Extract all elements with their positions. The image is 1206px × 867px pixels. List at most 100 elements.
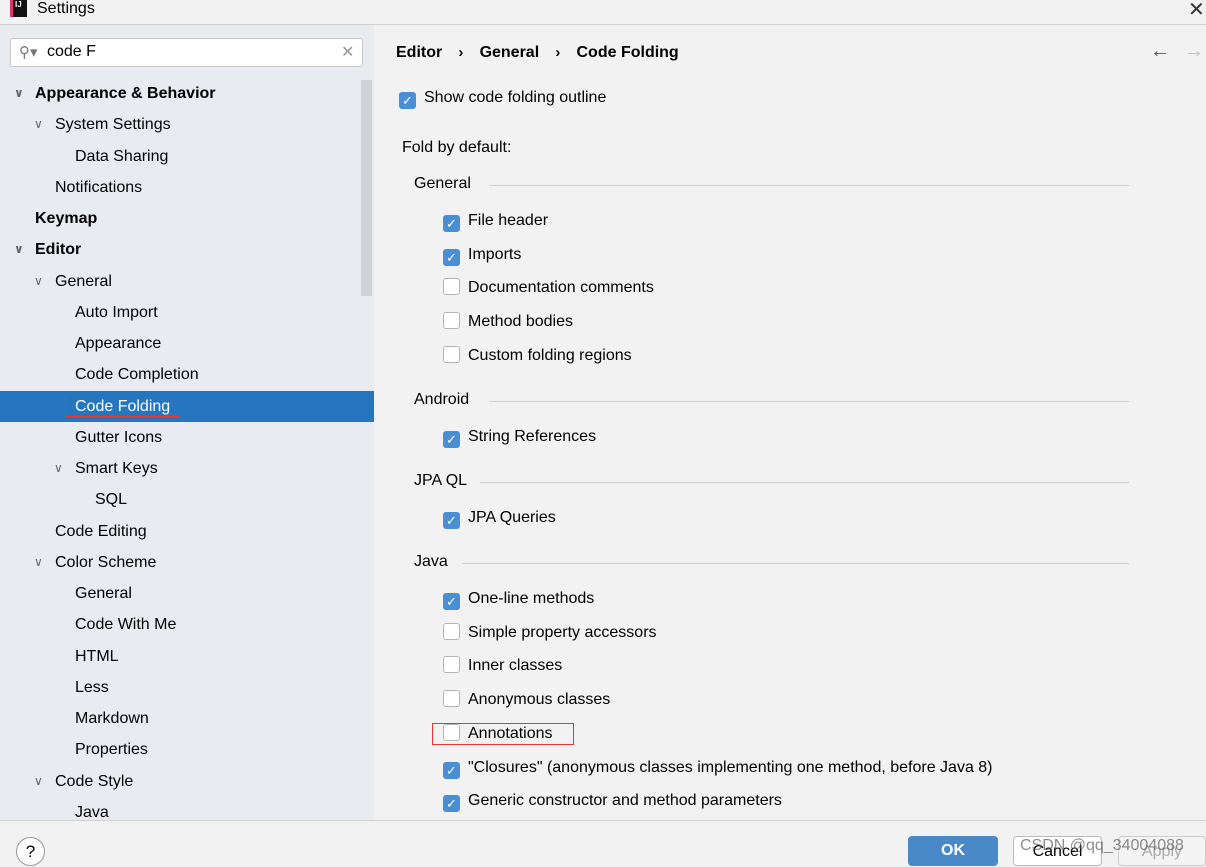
section-title: Java: [414, 553, 448, 570]
section-title: General: [414, 175, 471, 192]
search-box[interactable]: ⚲▾ ✕: [10, 38, 363, 67]
tree-item-label: General: [75, 585, 132, 602]
highlight-annotations: [432, 723, 574, 745]
fold-by-default-label: Fold by default:: [402, 139, 512, 156]
fold-option-checkbox[interactable]: Custom folding regions: [443, 345, 632, 370]
breadcrumb-item[interactable]: General: [480, 44, 540, 61]
fold-option-checkbox[interactable]: Inner classes: [443, 656, 562, 680]
checkbox-label: JPA Queries: [468, 509, 556, 526]
chevron-down-icon[interactable]: ∨: [14, 234, 24, 265]
tree-item[interactable]: Properties: [0, 734, 374, 765]
tree-item-label: Markdown: [75, 710, 149, 727]
tree-item-label: HTML: [75, 647, 119, 665]
clear-search-icon[interactable]: ✕: [341, 42, 354, 62]
tree-item[interactable]: Code Completion: [0, 359, 374, 390]
tree-item-label: Less: [75, 678, 109, 696]
checkbox-unchecked-icon[interactable]: [443, 278, 460, 296]
fold-option-checkbox[interactable]: Simple property accessors: [443, 622, 657, 647]
fold-option-checkbox[interactable]: ✓ "Closures" (anonymous classes implement…: [443, 758, 993, 782]
ok-button[interactable]: OK: [908, 836, 998, 866]
checkbox-label: Custom folding regions: [468, 346, 632, 364]
checkbox-unchecked-icon[interactable]: [443, 690, 460, 708]
tree-item[interactable]: General: [0, 578, 374, 609]
checkbox-checked-icon[interactable]: ✓: [443, 215, 460, 232]
chevron-down-icon[interactable]: ∨: [34, 547, 43, 578]
tree-item[interactable]: ∨ Color Scheme: [0, 547, 374, 578]
fold-option-checkbox[interactable]: Anonymous classes: [443, 690, 610, 714]
divider: [480, 482, 1129, 483]
tree-item[interactable]: Gutter Icons: [0, 422, 374, 453]
checkbox-checked-icon[interactable]: ✓: [443, 248, 460, 266]
tree-item[interactable]: ∨ Smart Keys: [0, 453, 374, 484]
checkbox-unchecked-icon[interactable]: [443, 656, 460, 674]
checkbox-icon[interactable]: ✓: [399, 92, 416, 109]
divider: [489, 185, 1129, 186]
checkbox-label: Simple property accessors: [468, 623, 657, 641]
chevron-down-icon[interactable]: ∨: [34, 109, 43, 140]
breadcrumb: Editor › General › Code Folding: [396, 44, 679, 61]
fold-option-checkbox[interactable]: ✓ Generic constructor and method paramete…: [443, 791, 782, 815]
forward-arrow-icon[interactable]: →: [1184, 40, 1204, 63]
tree-item[interactable]: ∨ Editor: [0, 234, 374, 265]
checkbox-checked-icon[interactable]: ✓: [443, 431, 460, 448]
tree-item[interactable]: Less: [0, 672, 374, 703]
tree-item-label: Code With Me: [75, 616, 177, 634]
chevron-down-icon[interactable]: ∨: [54, 453, 63, 484]
checkbox-label: Imports: [468, 245, 522, 263]
tree-item-label: Keymap: [35, 210, 98, 227]
tree-item-label: General: [55, 272, 112, 290]
tree-item[interactable]: Appearance: [0, 328, 374, 359]
checkbox-unchecked-icon[interactable]: [443, 345, 460, 363]
tree-item[interactable]: Keymap: [0, 203, 374, 234]
chevron-down-icon[interactable]: ∨: [14, 78, 24, 109]
checkbox-label: Method bodies: [468, 313, 573, 331]
back-arrow-icon[interactable]: ←: [1150, 40, 1170, 63]
fold-option-checkbox[interactable]: ✓ One-line methods: [443, 589, 594, 613]
tree-item[interactable]: ∨ Code Style: [0, 766, 374, 797]
checkbox-label: File header: [468, 212, 549, 229]
search-icon[interactable]: ⚲▾: [19, 43, 38, 61]
section-header: Java: [414, 553, 1129, 573]
title-bar: IJ Settings ✕: [0, 0, 1206, 25]
fold-option-checkbox[interactable]: ✓ JPA Queries: [443, 508, 556, 532]
tree-item[interactable]: HTML: [0, 641, 374, 672]
fold-option-checkbox[interactable]: Documentation comments: [443, 278, 654, 302]
checkbox-label: One-line methods: [468, 590, 595, 607]
tree-item-label: SQL: [95, 491, 128, 509]
tree-item[interactable]: Data Sharing: [0, 141, 374, 172]
tree-item[interactable]: Code Editing: [0, 516, 374, 547]
show-outline-checkbox[interactable]: ✓ Show code folding outline: [399, 88, 606, 112]
tree-item-label: Appearance: [75, 335, 162, 352]
chevron-down-icon[interactable]: ∨: [34, 766, 43, 797]
tree-item[interactable]: ∨ General: [0, 266, 374, 297]
tree-item-label: System Settings: [55, 116, 171, 134]
search-input[interactable]: [47, 43, 327, 61]
tree-item[interactable]: Auto Import: [0, 297, 374, 328]
checkbox-checked-icon[interactable]: ✓: [443, 593, 460, 610]
tree-item[interactable]: SQL: [0, 484, 374, 515]
tree-item[interactable]: ∨ Appearance & Behavior: [0, 78, 374, 109]
close-icon[interactable]: ✕: [1188, 0, 1205, 22]
checkbox-checked-icon[interactable]: ✓: [443, 795, 460, 813]
tree-item-label: Color Scheme: [55, 553, 157, 571]
help-button[interactable]: ?: [16, 837, 45, 866]
fold-option-checkbox[interactable]: Method bodies: [443, 312, 573, 336]
section-title: Android: [414, 391, 470, 408]
checkbox-checked-icon[interactable]: ✓: [443, 761, 460, 779]
checkbox-unchecked-icon[interactable]: [443, 622, 460, 640]
tree-item-label: Editor: [35, 241, 82, 259]
fold-option-checkbox[interactable]: ✓ Imports: [443, 245, 521, 269]
breadcrumb-item: Code Folding: [576, 44, 679, 61]
checkbox-checked-icon[interactable]: ✓: [443, 512, 460, 529]
checkbox-unchecked-icon[interactable]: [443, 312, 460, 330]
fold-option-checkbox[interactable]: ✓ String References: [443, 427, 596, 451]
fold-option-checkbox[interactable]: ✓ File header: [443, 211, 548, 235]
tree-item[interactable]: Markdown: [0, 703, 374, 734]
tree-item[interactable]: Code With Me: [0, 609, 374, 640]
tree-item[interactable]: ∨ System Settings: [0, 109, 374, 140]
breadcrumb-item[interactable]: Editor: [396, 44, 442, 61]
sidebar-scrollbar[interactable]: [361, 80, 372, 296]
tree-item[interactable]: Notifications: [0, 172, 374, 203]
chevron-down-icon[interactable]: ∨: [34, 266, 43, 297]
tree-item[interactable]: Code Folding: [0, 390, 374, 422]
